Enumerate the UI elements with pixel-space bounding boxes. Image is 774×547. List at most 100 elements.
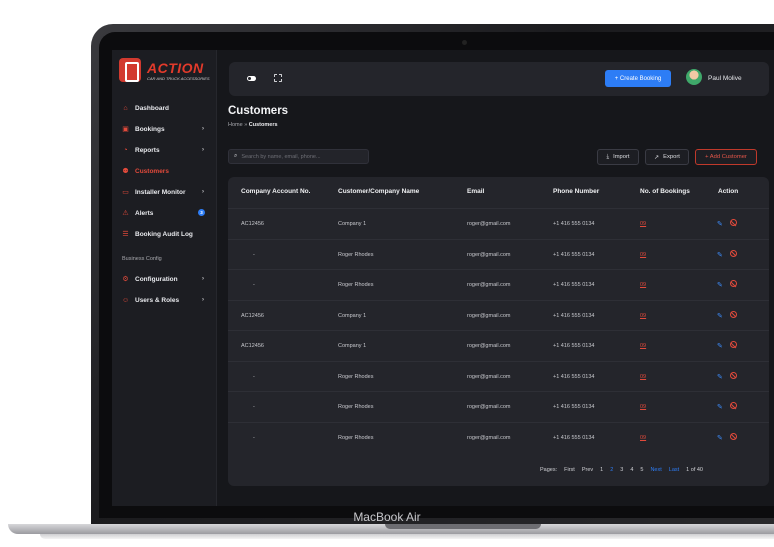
bookings-count-link[interactable]: 09 — [640, 313, 646, 319]
column-header: Company Account No. — [241, 188, 311, 195]
table-row[interactable]: - Roger Rhodes roger@gmail.com +1 416 555 0… — [228, 269, 769, 300]
customer-name-cell: Roger Rhodes — [338, 282, 374, 288]
edit-icon[interactable]: ✎ — [717, 434, 723, 442]
theme-toggle-icon[interactable] — [247, 76, 256, 81]
sidebar-item-installer-monitor[interactable]: ▭ Installer Monitor › — [112, 182, 217, 203]
block-icon[interactable] — [730, 280, 737, 287]
main-content: + Create Booking Paul Molive Customers H… — [217, 50, 774, 506]
bookings-count-link[interactable]: 09 — [640, 435, 646, 441]
phone-cell: +1 416 555 0134 — [553, 343, 595, 349]
table-row[interactable]: - Roger Rhodes roger@gmail.com +1 416 555 0… — [228, 421, 769, 453]
bookings-count-link[interactable]: 09 — [640, 252, 646, 258]
brand-logo[interactable]: ACTION CAR AND TRUCK ACCESSORIES — [119, 58, 211, 84]
laptop-mockup: ACTION CAR AND TRUCK ACCESSORIES ⌂ Dashbo… — [0, 0, 774, 547]
pagination-prev[interactable]: Prev — [582, 467, 593, 473]
search-input[interactable] — [241, 153, 362, 160]
email-cell: roger@gmail.com — [467, 434, 511, 441]
import-button[interactable]: ⤓ Import — [597, 149, 639, 165]
block-icon[interactable] — [730, 249, 737, 257]
bookings-count-link[interactable]: 09 — [640, 221, 646, 227]
sidebar-nav: ⌂ Dashboard ▣ Bookings › ◔ Reports › ⚉ Customers ▭… — [112, 98, 217, 311]
email-cell: roger@gmail.com — [467, 221, 511, 227]
block-icon[interactable] — [730, 219, 737, 226]
sidebar-item-label: Configuration — [135, 276, 178, 283]
sidebar-item-customers[interactable]: ⚉ Customers — [112, 161, 217, 182]
sidebar-item-users-roles[interactable]: ☺ Users & Roles › — [112, 290, 217, 311]
column-header: No. of Bookings — [640, 188, 690, 195]
edit-icon[interactable]: ✎ — [717, 342, 723, 350]
edit-icon[interactable]: ✎ — [717, 281, 723, 289]
pagination-page[interactable]: 1 — [600, 467, 603, 473]
edit-icon[interactable]: ✎ — [717, 312, 723, 320]
sidebar-item-dashboard[interactable]: ⌂ Dashboard — [112, 98, 217, 119]
table-row[interactable]: AC12456 Company 1 roger@gmail.com +1 416 55… — [228, 208, 769, 239]
customer-name-cell: Company 1 — [338, 221, 367, 227]
phone-cell: +1 416 555 0134 — [553, 251, 595, 258]
edit-icon[interactable]: ✎ — [717, 403, 723, 411]
sidebar-item-bookings[interactable]: ▣ Bookings › — [112, 119, 217, 140]
table-row[interactable]: - Roger Rhodes roger@gmail.com +1 416 555 0… — [228, 238, 769, 270]
camera-icon — [462, 40, 467, 45]
chevron-right-icon: › — [202, 126, 204, 132]
sidebar-item-configuration[interactable]: ⚙ Configuration › — [112, 269, 217, 290]
bookings-count-link[interactable]: 09 — [640, 404, 646, 410]
account-number-cell: - — [253, 404, 255, 410]
sidebar-item-reports[interactable]: ◔ Reports › — [112, 140, 217, 161]
account-number-cell: - — [253, 373, 255, 380]
user-roles-icon: ☺ — [122, 297, 130, 304]
pagination-next[interactable]: Next — [650, 467, 661, 473]
pie-chart-icon: ◔ — [123, 147, 128, 154]
breadcrumb-home[interactable]: Home — [228, 122, 243, 128]
column-header: Customer/Company Name — [338, 188, 420, 195]
bookings-count-link[interactable]: 09 — [640, 374, 646, 380]
export-icon: ↗ — [654, 154, 660, 161]
phone-cell: +1 416 555 0134 — [553, 221, 595, 227]
table-row[interactable]: - Roger Rhodes roger@gmail.com +1 416 555 0… — [228, 391, 769, 422]
pagination-last[interactable]: Last — [669, 467, 679, 473]
laptop-notch — [385, 524, 541, 529]
block-icon[interactable] — [730, 310, 737, 318]
bookings-count-link[interactable]: 09 — [640, 343, 646, 349]
pagination-first[interactable]: First — [564, 467, 575, 473]
avatar[interactable] — [686, 69, 702, 85]
table-row[interactable]: - Roger Rhodes roger@gmail.com +1 416 555 0… — [228, 360, 769, 392]
pagination-page[interactable]: 5 — [640, 467, 643, 473]
bookings-count-link[interactable]: 09 — [640, 282, 646, 288]
add-customer-button[interactable]: + Add Customer — [695, 149, 757, 165]
block-icon[interactable] — [730, 371, 737, 379]
user-name[interactable]: Paul Molive — [708, 75, 742, 82]
create-booking-button[interactable]: + Create Booking — [605, 70, 671, 87]
block-icon[interactable] — [730, 432, 737, 440]
gear-icon: ⚙ — [122, 276, 129, 283]
sidebar-item-booking-audit-log[interactable]: ☰ Booking Audit Log — [112, 224, 217, 245]
edit-icon[interactable]: ✎ — [717, 373, 723, 381]
pagination-page[interactable]: 2 — [610, 467, 613, 473]
search-box[interactable]: ⌕ — [228, 149, 369, 164]
email-cell: roger@gmail.com — [467, 343, 511, 349]
device-label: MacBook Air — [353, 510, 421, 524]
breadcrumb-separator: » — [244, 122, 248, 128]
sidebar-item-label: Booking Audit Log — [135, 231, 193, 238]
brand-tagline: CAR AND TRUCK ACCESSORIES — [147, 76, 210, 81]
pagination-page[interactable]: 4 — [630, 467, 633, 473]
email-cell: roger@gmail.com — [467, 282, 511, 288]
table-row[interactable]: AC12456 Company 1 roger@gmail.com +1 416 55… — [228, 299, 769, 331]
download-icon: ⤓ — [606, 153, 610, 160]
email-cell: roger@gmail.com — [467, 373, 511, 380]
block-icon[interactable] — [730, 402, 737, 409]
edit-icon[interactable]: ✎ — [717, 251, 723, 259]
customer-name-cell: Roger Rhodes — [338, 404, 374, 410]
table-row[interactable]: AC12456 Company 1 roger@gmail.com +1 416 55… — [228, 330, 769, 361]
sidebar-item-label: Dashboard — [135, 105, 169, 112]
customer-name-cell: Roger Rhodes — [338, 251, 374, 258]
phone-cell: +1 416 555 0134 — [553, 312, 595, 319]
account-number-cell: AC12456 — [241, 343, 264, 349]
export-button[interactable]: ↗ Export — [645, 149, 689, 165]
block-icon[interactable] — [730, 341, 737, 348]
sidebar-item-alerts[interactable]: ⚠ Alerts 3 — [112, 203, 217, 224]
monitor-icon: ▭ — [122, 189, 129, 196]
fullscreen-icon[interactable] — [274, 74, 282, 82]
import-label: Import — [613, 154, 630, 160]
edit-icon[interactable]: ✎ — [717, 220, 723, 228]
pagination-page[interactable]: 3 — [620, 467, 623, 473]
